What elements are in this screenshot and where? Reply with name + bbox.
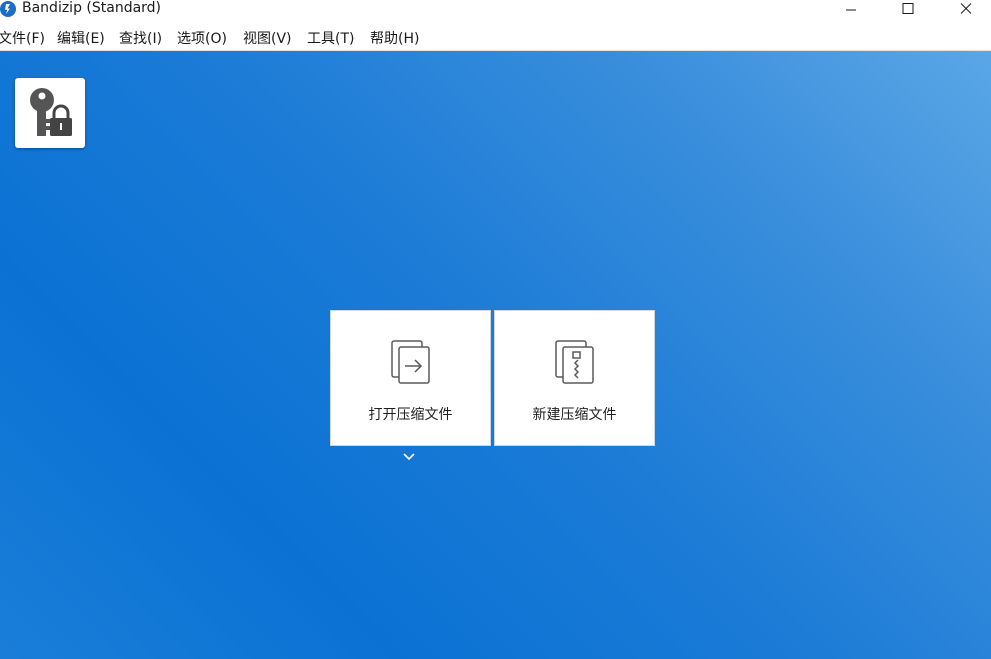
main-workspace: 打开压缩文件 新建压缩文件 [0, 51, 991, 659]
window-title: Bandizip (Standard) [22, 0, 162, 16]
minimize-button[interactable] [828, 0, 874, 18]
title-bar: Bandizip (Standard) [0, 0, 991, 28]
menu-help[interactable]: 帮助(H) [370, 29, 419, 49]
bandizip-logo-icon [0, 1, 16, 17]
password-manager-button[interactable] [15, 78, 85, 148]
menu-options[interactable]: 选项(O) [177, 29, 227, 49]
menu-tools[interactable]: 工具(T) [307, 29, 354, 49]
menu-file[interactable]: 文件(F) [0, 29, 45, 49]
chevron-down-icon[interactable] [402, 452, 416, 462]
menu-view[interactable]: 视图(V) [243, 29, 292, 49]
menu-find[interactable]: 查找(I) [119, 29, 162, 49]
minimize-icon [846, 9, 856, 11]
menu-edit[interactable]: 编辑(E) [57, 29, 105, 49]
new-archive-tile[interactable]: 新建压缩文件 [494, 310, 655, 446]
close-icon [960, 3, 972, 14]
new-archive-icon [555, 340, 594, 384]
open-archive-tile[interactable]: 打开压缩文件 [330, 310, 491, 446]
menu-bar: 文件(F) 编辑(E) 查找(I) 选项(O) 视图(V) 工具(T) 帮助(H… [0, 28, 991, 51]
maximize-icon [902, 3, 914, 14]
open-archive-label: 打开压缩文件 [368, 407, 453, 423]
new-archive-label: 新建压缩文件 [532, 407, 617, 423]
key-lock-icon [30, 88, 72, 136]
close-button[interactable] [943, 0, 989, 18]
maximize-button[interactable] [885, 0, 931, 18]
open-archive-icon [391, 340, 430, 384]
